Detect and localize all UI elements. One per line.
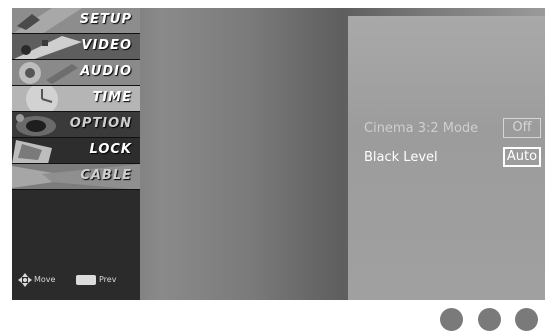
menu-item-audio[interactable]: AUDIO [12, 60, 140, 86]
menu-label-time: TIME [92, 90, 132, 105]
setting-row-cinema-mode[interactable]: Cinema 3:2 Mode Off [348, 118, 545, 140]
menu-label-cable: CABLE [80, 168, 132, 183]
page-dots [440, 308, 540, 332]
menu-label-video: VIDEO [81, 38, 132, 53]
setting-value-box[interactable]: Auto [503, 147, 541, 167]
setting-name: Black Level [364, 150, 438, 165]
menu-item-cable[interactable]: CABLE [12, 164, 140, 190]
menu-item-setup[interactable]: SETUP [12, 8, 140, 34]
menu-label-option: OPTION [69, 116, 132, 131]
hint-move-label: Move [34, 275, 56, 284]
menu-key-icon [76, 275, 96, 285]
settings-panel: Cinema 3:2 Mode Off Black Level Auto [348, 16, 545, 300]
menu-item-option[interactable]: OPTION [12, 112, 140, 138]
tv-screen: SETUP VIDEO AUDIO TIME OPTION LOCK CABLE… [12, 8, 545, 300]
setting-value-box[interactable]: Off [503, 118, 541, 138]
dot-indicator [440, 308, 463, 331]
dot-indicator [515, 308, 538, 331]
menu-item-time[interactable]: TIME [12, 86, 140, 112]
menu-label-audio: AUDIO [80, 64, 132, 79]
setting-name: Cinema 3:2 Mode [364, 121, 479, 136]
navigation-hints: Move Prev [18, 272, 138, 288]
main-menu-sidebar: SETUP VIDEO AUDIO TIME OPTION LOCK CABLE… [12, 8, 140, 300]
hint-prev-label: Prev [99, 275, 117, 284]
setting-row-black-level[interactable]: Black Level Auto [348, 147, 545, 169]
menu-label-setup: SETUP [79, 12, 132, 27]
dot-indicator [478, 308, 501, 331]
menu-item-video[interactable]: VIDEO [12, 34, 140, 60]
move-icon [18, 273, 32, 287]
menu-label-lock: LOCK [89, 142, 132, 157]
menu-item-lock[interactable]: LOCK [12, 138, 140, 164]
